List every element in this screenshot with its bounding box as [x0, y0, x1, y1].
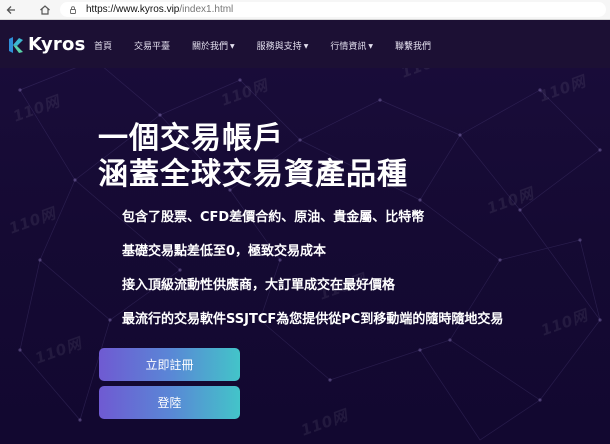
- feature-item: 基礎交易點差低至0，極致交易成本: [122, 244, 327, 259]
- feature-item: 最流行的交易軟件SSJTCF為您提供從PC到移動端的隨時隨地交易: [122, 312, 504, 327]
- site-navbar: Kyros 首頁 交易平臺 關於我們 ▼ 服務與支持 ▼ 行情資訊 ▼ 聯繫我們: [0, 20, 610, 68]
- feature-item: 接入頂級流動性供應商，大訂單成交在最好價格: [122, 278, 396, 293]
- nav-item-label: 聯繫我們: [394, 42, 431, 52]
- brand-logo[interactable]: Kyros: [8, 34, 86, 55]
- login-button-label: 登陸: [157, 396, 182, 410]
- nav-item-label: 關於我們: [192, 42, 229, 52]
- brand-name: Kyros: [28, 34, 86, 55]
- nav-item-services-support[interactable]: 服務與支持 ▼: [257, 39, 309, 52]
- feature-item: 包含了股票、CFD差價合約、原油、貴金屬、比特幣: [122, 210, 425, 225]
- kyros-logo-icon: [9, 36, 23, 53]
- url-path: /index1.html: [179, 4, 234, 15]
- nav-item-label: 首頁: [94, 42, 113, 52]
- chevron-down-icon: ▼: [368, 43, 373, 50]
- nav-item-about-us[interactable]: 關於我們 ▼: [192, 39, 235, 52]
- url-host: https://www.kyros.vip: [86, 4, 180, 15]
- main-menu: 首頁 交易平臺 關於我們 ▼ 服務與支持 ▼ 行情資訊 ▼ 聯繫我們: [94, 39, 453, 52]
- address-bar[interactable]: https://www.kyros.vip/index1.html: [60, 2, 606, 17]
- register-button-label: 立即註冊: [145, 358, 194, 372]
- login-button[interactable]: 登陸: [99, 386, 240, 419]
- browser-toolbar: https://www.kyros.vip/index1.html: [0, 0, 610, 20]
- register-button[interactable]: 立即註冊: [99, 348, 240, 381]
- chevron-down-icon: ▼: [230, 43, 235, 50]
- back-icon[interactable]: [0, 0, 22, 19]
- hero-headline: 一個交易帳戶 涵蓋全球交易資產品種: [98, 121, 408, 193]
- nav-item-label: 行情資訊: [330, 42, 367, 52]
- hero-headline-line1: 一個交易帳戶: [98, 121, 284, 156]
- nav-item-home[interactable]: 首頁: [94, 39, 112, 52]
- nav-item-label: 交易平臺: [134, 42, 171, 52]
- nav-item-trading-platform[interactable]: 交易平臺: [134, 39, 170, 52]
- home-icon[interactable]: [34, 0, 56, 19]
- site-info-icon[interactable]: [66, 3, 80, 17]
- nav-item-label: 服務與支持: [256, 42, 302, 52]
- url-text: https://www.kyros.vip/index1.html: [86, 4, 233, 15]
- hero-headline-line2: 涵蓋全球交易資產品種: [98, 157, 408, 192]
- feature-list: 包含了股票、CFD差價合約、原油、貴金屬、比特幣 基礎交易點差低至0，極致交易成…: [122, 209, 503, 345]
- chevron-down-icon: ▼: [303, 43, 309, 50]
- nav-item-market-info[interactable]: 行情資訊 ▼: [330, 39, 373, 52]
- page-content: 110网 110网 110网 110网 110网 110网 110网 110网 …: [0, 20, 610, 444]
- nav-item-contact-us[interactable]: 聯繫我們: [395, 39, 431, 52]
